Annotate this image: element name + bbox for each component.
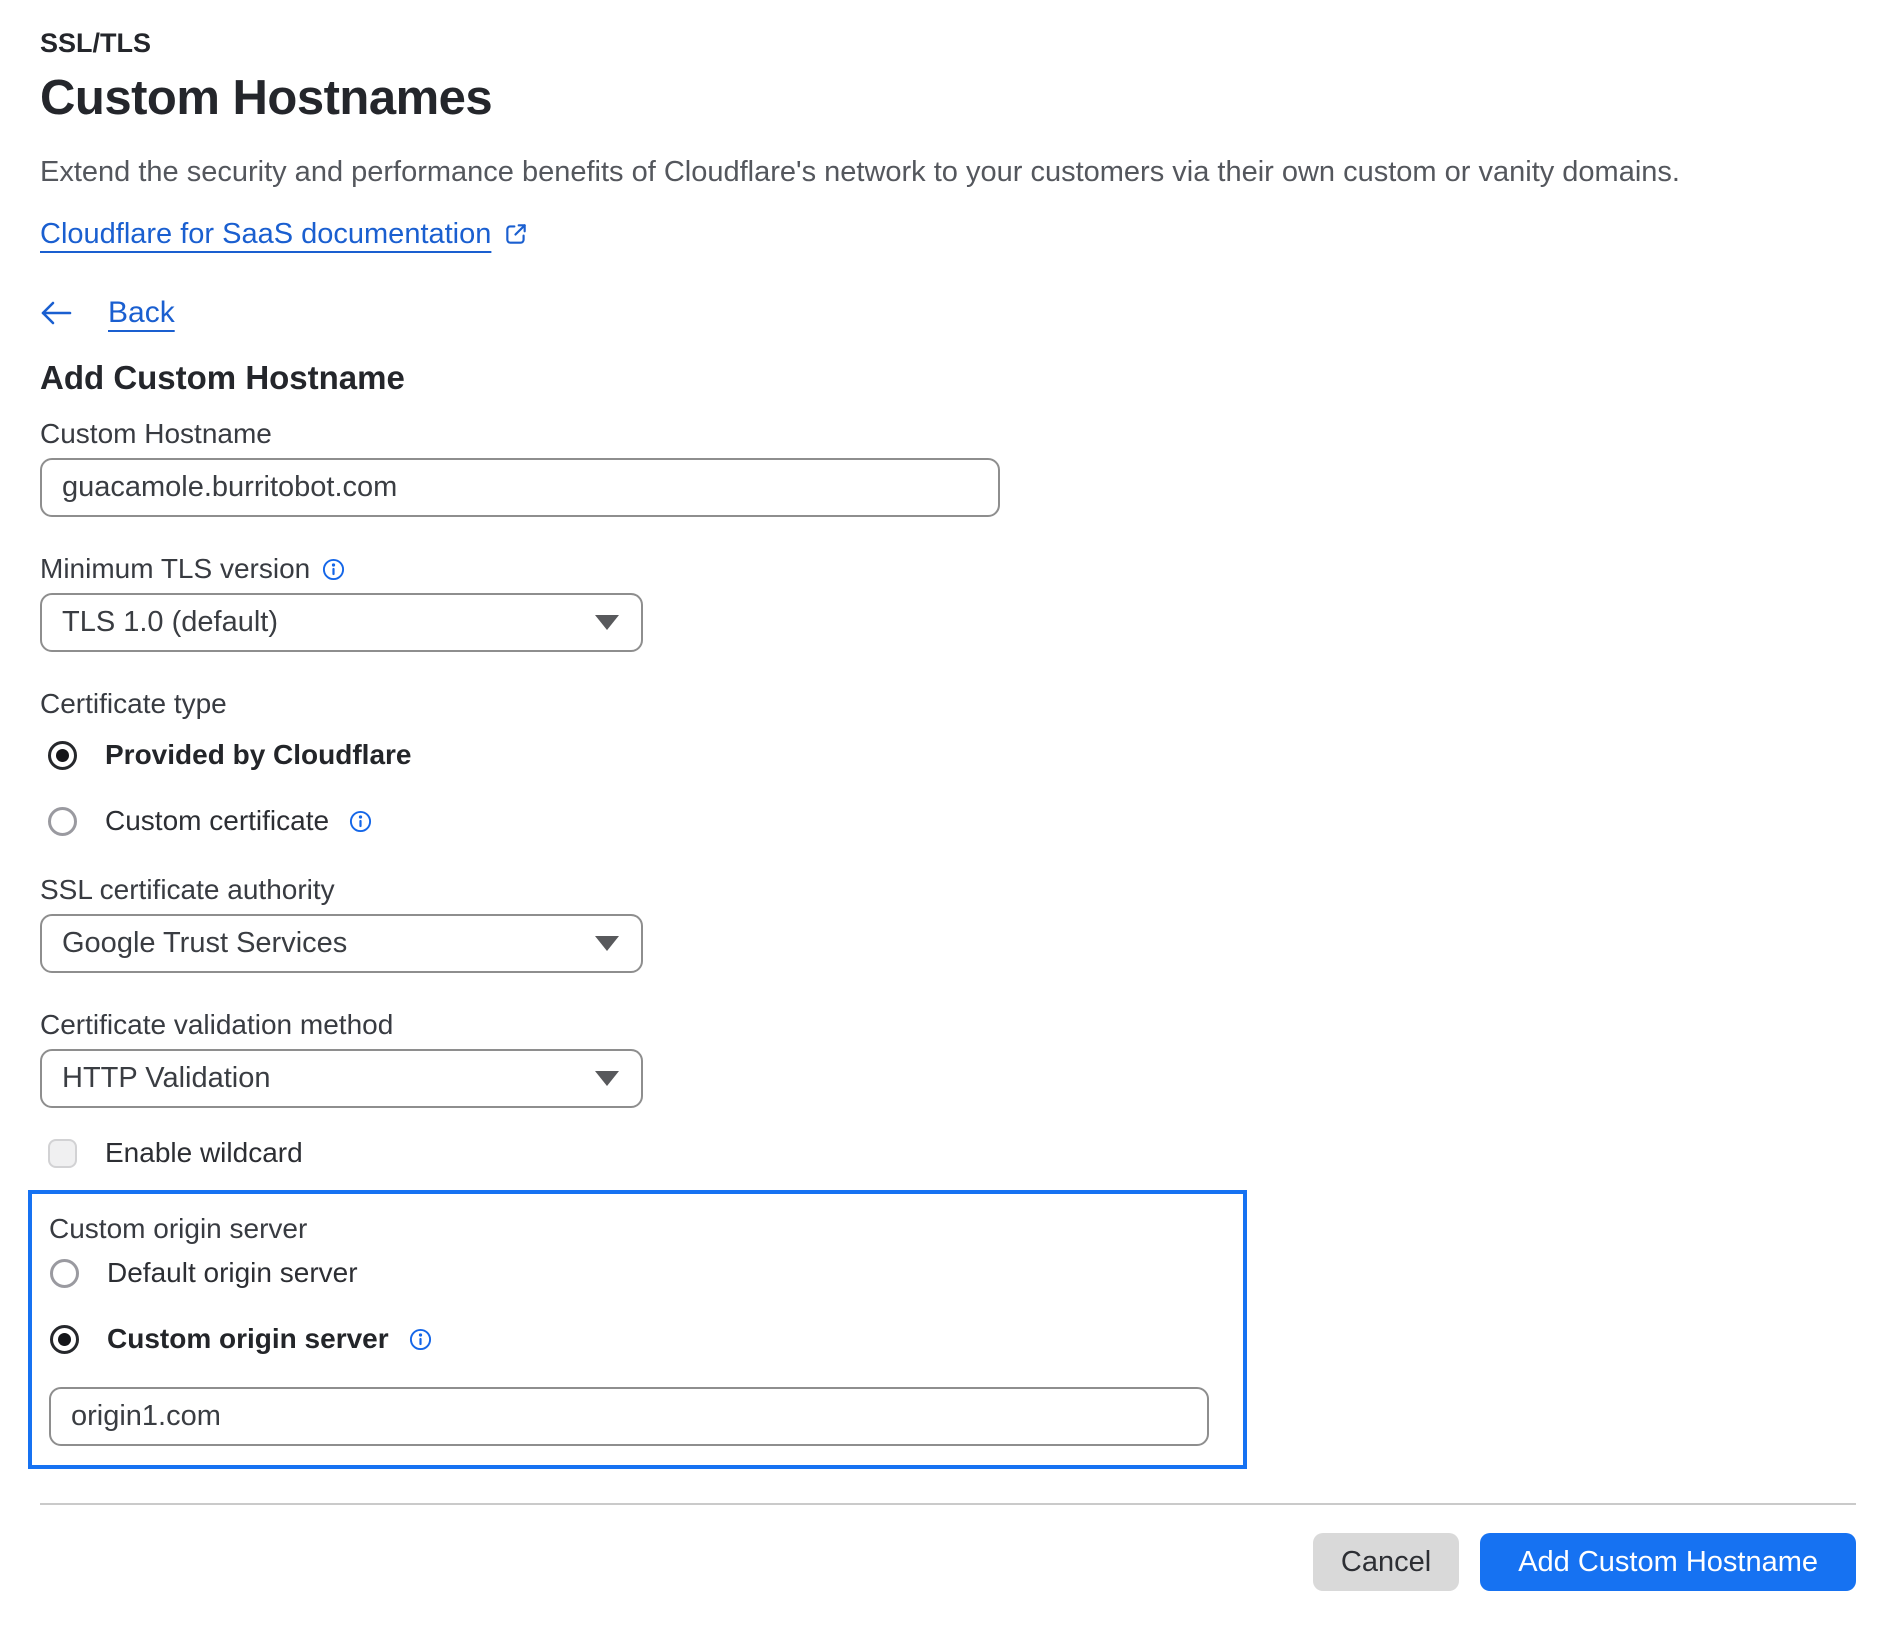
validation-method-label-text: Certificate validation method xyxy=(40,1009,393,1041)
footer-actions: Cancel Add Custom Hostname xyxy=(40,1533,1856,1591)
min-tls-label: Minimum TLS version xyxy=(40,553,1856,585)
external-link-icon xyxy=(503,221,529,247)
section-label: SSL/TLS xyxy=(40,26,1856,60)
checkbox-icon[interactable] xyxy=(48,1139,77,1168)
radio-icon xyxy=(48,807,77,836)
info-icon[interactable] xyxy=(349,810,372,833)
back-row: Back xyxy=(40,296,1856,330)
radio-label: Default origin server xyxy=(107,1256,358,1290)
validation-method-label: Certificate validation method xyxy=(40,1009,1856,1041)
custom-origin-server-label: Custom origin server xyxy=(49,1214,1243,1244)
radio-custom-origin-server[interactable]: Custom origin server xyxy=(49,1322,1243,1356)
radio-default-origin-server[interactable]: Default origin server xyxy=(49,1256,1243,1290)
custom-origin-server-input[interactable] xyxy=(49,1387,1209,1446)
custom-hostname-label-text: Custom Hostname xyxy=(40,418,272,450)
cancel-button[interactable]: Cancel xyxy=(1313,1533,1459,1591)
doc-link-label: Cloudflare for SaaS documentation xyxy=(40,216,491,252)
ssl-authority-select[interactable]: Google Trust Services xyxy=(40,914,643,973)
ssl-authority-label-text: SSL certificate authority xyxy=(40,874,335,906)
min-tls-selected-value: TLS 1.0 (default) xyxy=(62,606,278,639)
ssl-authority-selected-value: Google Trust Services xyxy=(62,927,347,960)
radio-icon xyxy=(50,1325,79,1354)
certificate-type-label-text: Certificate type xyxy=(40,688,227,720)
custom-origin-server-section: Custom origin server Default origin serv… xyxy=(28,1190,1247,1469)
radio-label: Custom origin server xyxy=(107,1322,389,1356)
chevron-down-icon xyxy=(595,615,619,630)
radio-icon xyxy=(50,1259,79,1288)
custom-hostname-input[interactable] xyxy=(40,458,1000,517)
chevron-down-icon xyxy=(595,1071,619,1086)
info-icon[interactable] xyxy=(409,1328,432,1351)
radio-custom-certificate[interactable]: Custom certificate xyxy=(40,804,1856,838)
certificate-type-label: Certificate type xyxy=(40,688,1856,720)
back-arrow-icon[interactable] xyxy=(40,299,72,327)
page-title: Custom Hostnames xyxy=(40,70,1856,126)
checkbox-label: Enable wildcard xyxy=(105,1136,303,1170)
radio-provided-by-cloudflare[interactable]: Provided by Cloudflare xyxy=(40,738,1856,772)
doc-link-row: Cloudflare for SaaS documentation xyxy=(40,216,1856,252)
validation-method-selected-value: HTTP Validation xyxy=(62,1062,270,1095)
radio-label: Provided by Cloudflare xyxy=(105,738,412,772)
page-description: Extend the security and performance bene… xyxy=(40,154,1856,190)
custom-hostname-label: Custom Hostname xyxy=(40,418,1856,450)
info-icon[interactable] xyxy=(322,558,345,581)
chevron-down-icon xyxy=(595,936,619,951)
min-tls-select[interactable]: TLS 1.0 (default) xyxy=(40,593,643,652)
form-heading: Add Custom Hostname xyxy=(40,358,1856,398)
add-custom-hostname-button[interactable]: Add Custom Hostname xyxy=(1480,1533,1856,1591)
radio-label: Custom certificate xyxy=(105,804,329,838)
ssl-authority-label: SSL certificate authority xyxy=(40,874,1856,906)
min-tls-label-text: Minimum TLS version xyxy=(40,553,310,585)
enable-wildcard-checkbox-row[interactable]: Enable wildcard xyxy=(40,1136,1856,1170)
back-link[interactable]: Back xyxy=(108,296,175,330)
radio-icon xyxy=(48,741,77,770)
validation-method-select[interactable]: HTTP Validation xyxy=(40,1049,643,1108)
saas-documentation-link[interactable]: Cloudflare for SaaS documentation xyxy=(40,216,529,252)
footer-divider xyxy=(40,1503,1856,1505)
